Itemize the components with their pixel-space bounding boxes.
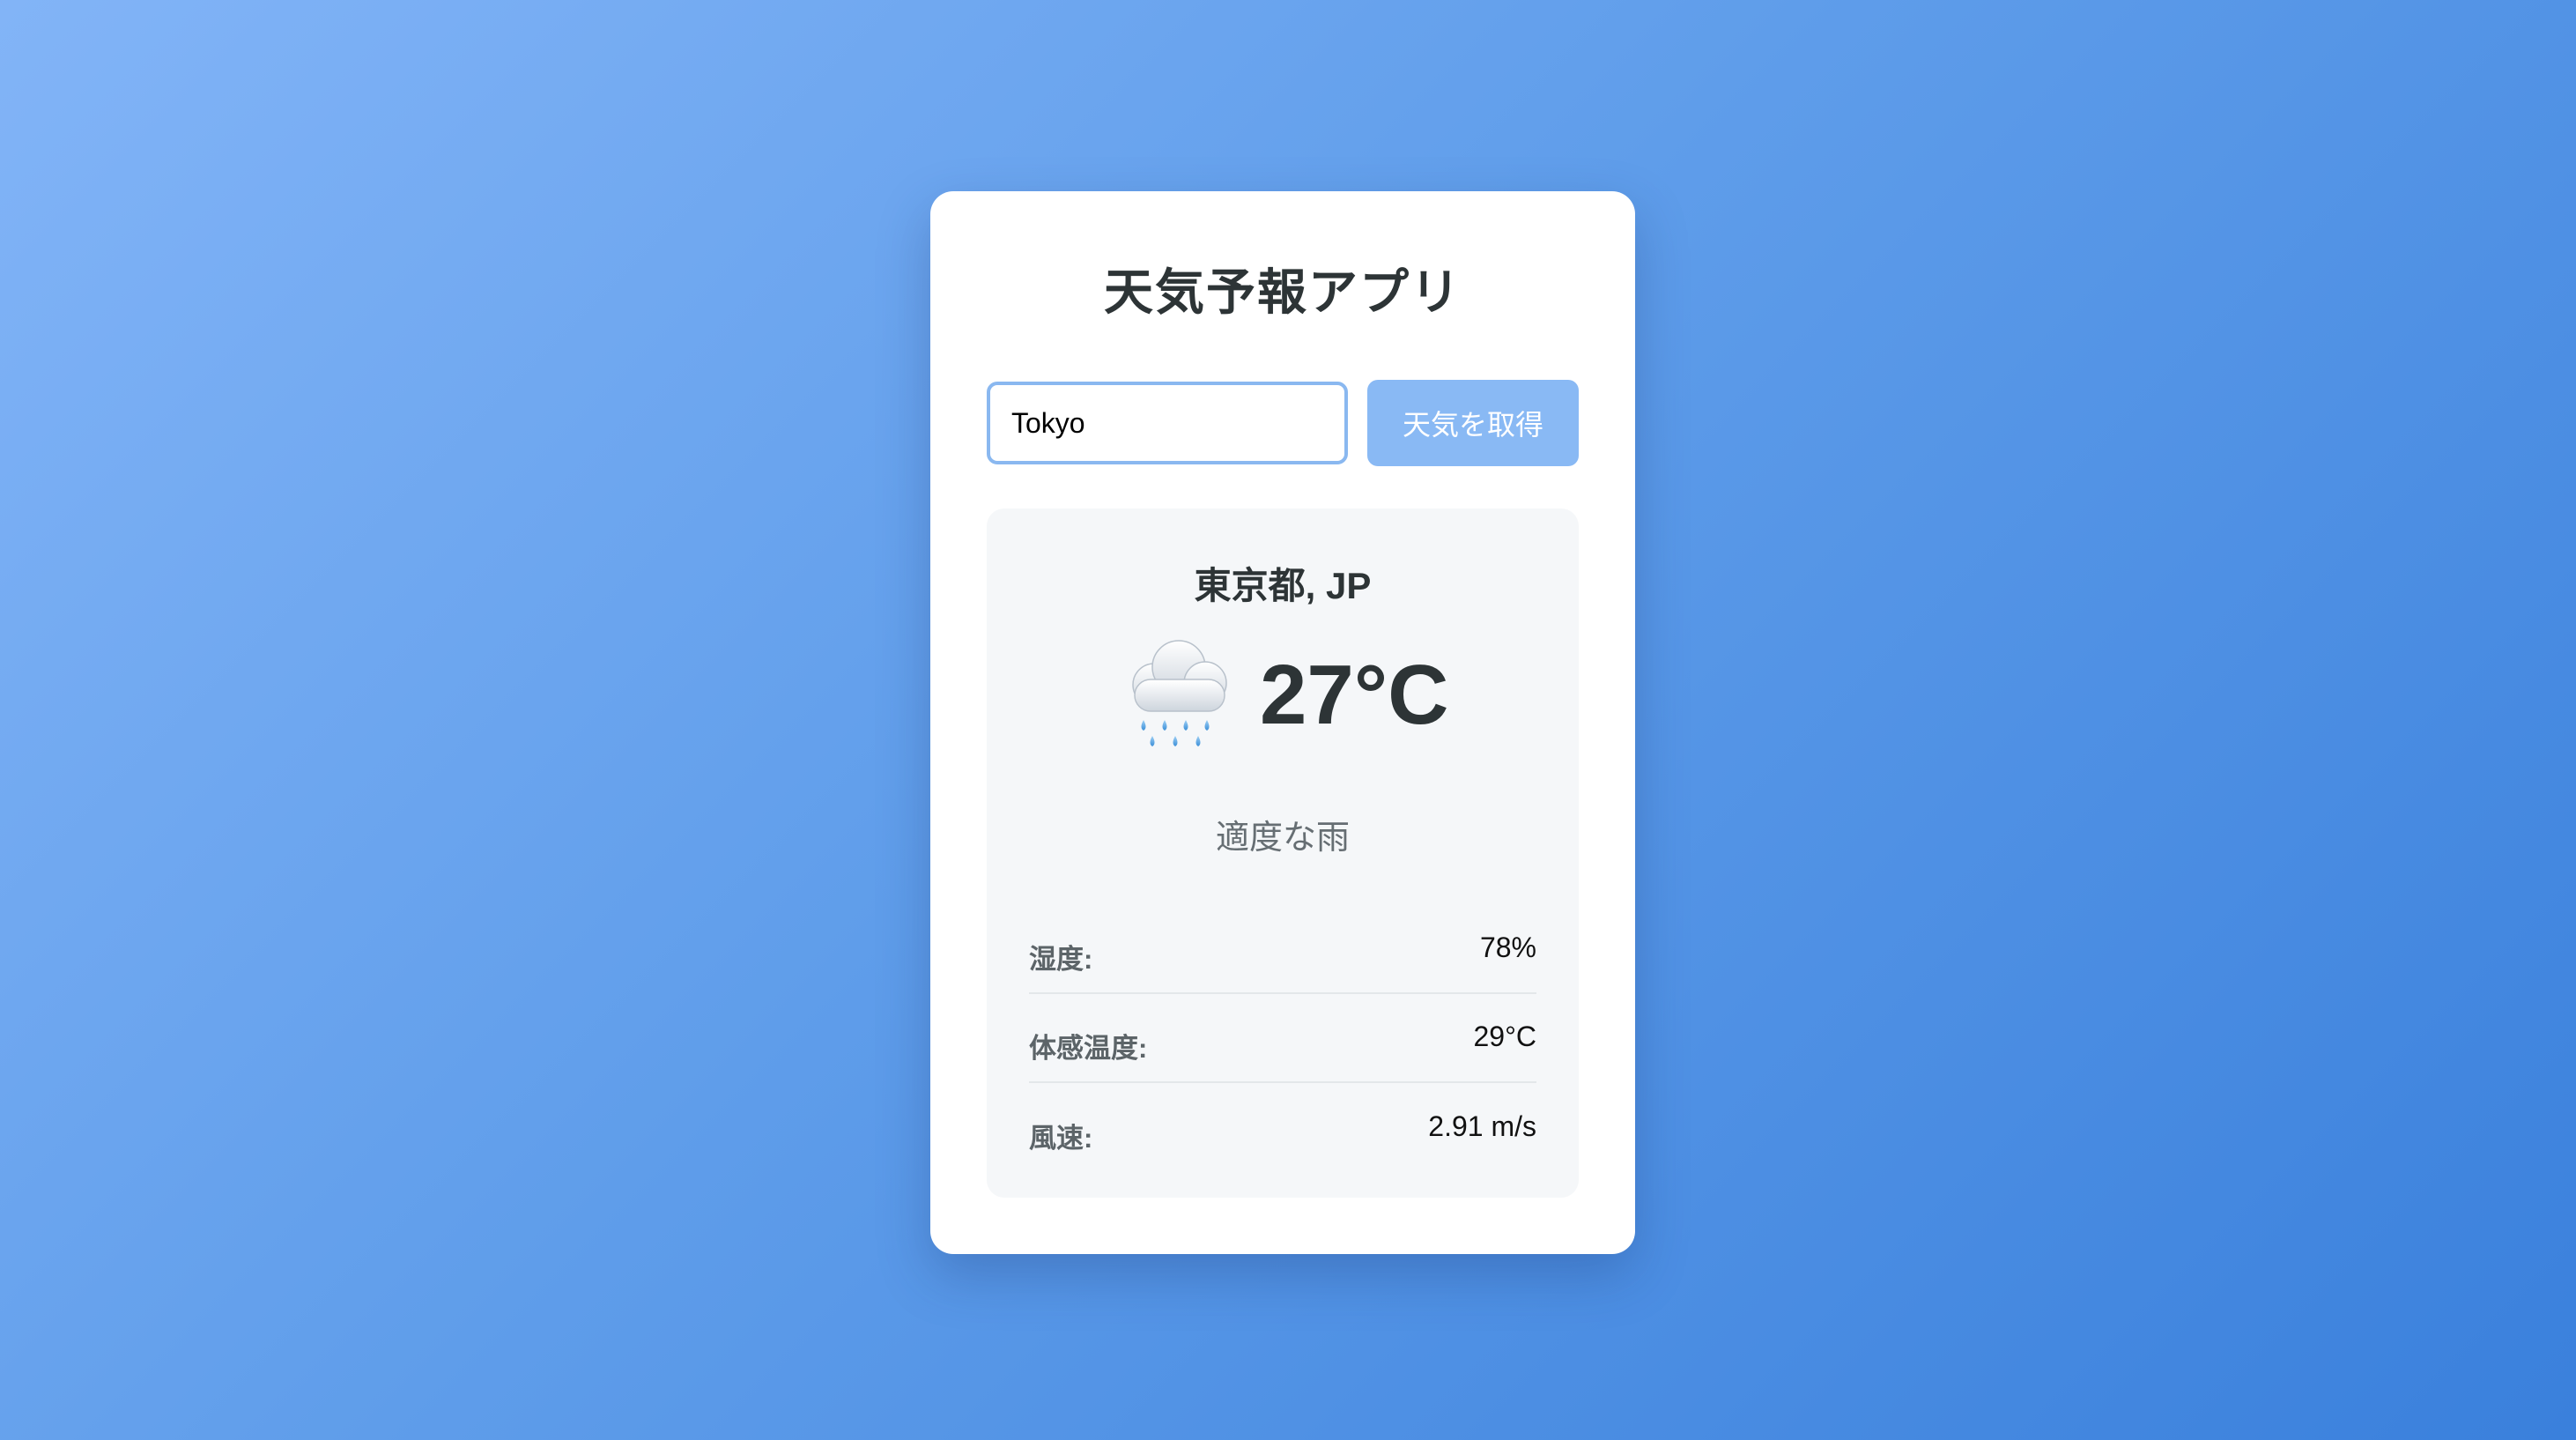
wind-speed-value: 2.91 m/s [1428,1110,1536,1142]
app-title: 天気予報アプリ [1104,264,1462,320]
detail-row-humidity: 湿度: 78% [1029,905,1536,994]
feels-like-value: 29°C [1473,1021,1537,1052]
detail-row-wind-speed: 風速: 2.91 m/s [1029,1084,1536,1173]
get-weather-button[interactable]: 天気を取得 [1367,380,1579,466]
weather-description: 適度な雨 [1215,820,1350,857]
city-search-input[interactable] [987,382,1348,464]
detail-row-feels-like: 体感温度: 29°C [1029,994,1536,1083]
feels-like-label: 体感温度: [1029,1033,1148,1064]
wind-speed-label: 風速: [1029,1123,1093,1154]
rain-cloud-icon [1112,628,1244,765]
weather-app-card: 天気予報アプリ 天気を取得 東京都, JP [930,191,1635,1254]
weather-result-panel: 東京都, JP 27°C 適度な雨 湿度: 78% 体感温度: 29°C 風速:… [987,508,1579,1198]
location-name: 東京都, JP [1194,565,1372,606]
humidity-label: 湿度: [1029,944,1093,975]
temperature-value: 27°C [1260,648,1449,742]
humidity-value: 78% [1479,932,1536,963]
